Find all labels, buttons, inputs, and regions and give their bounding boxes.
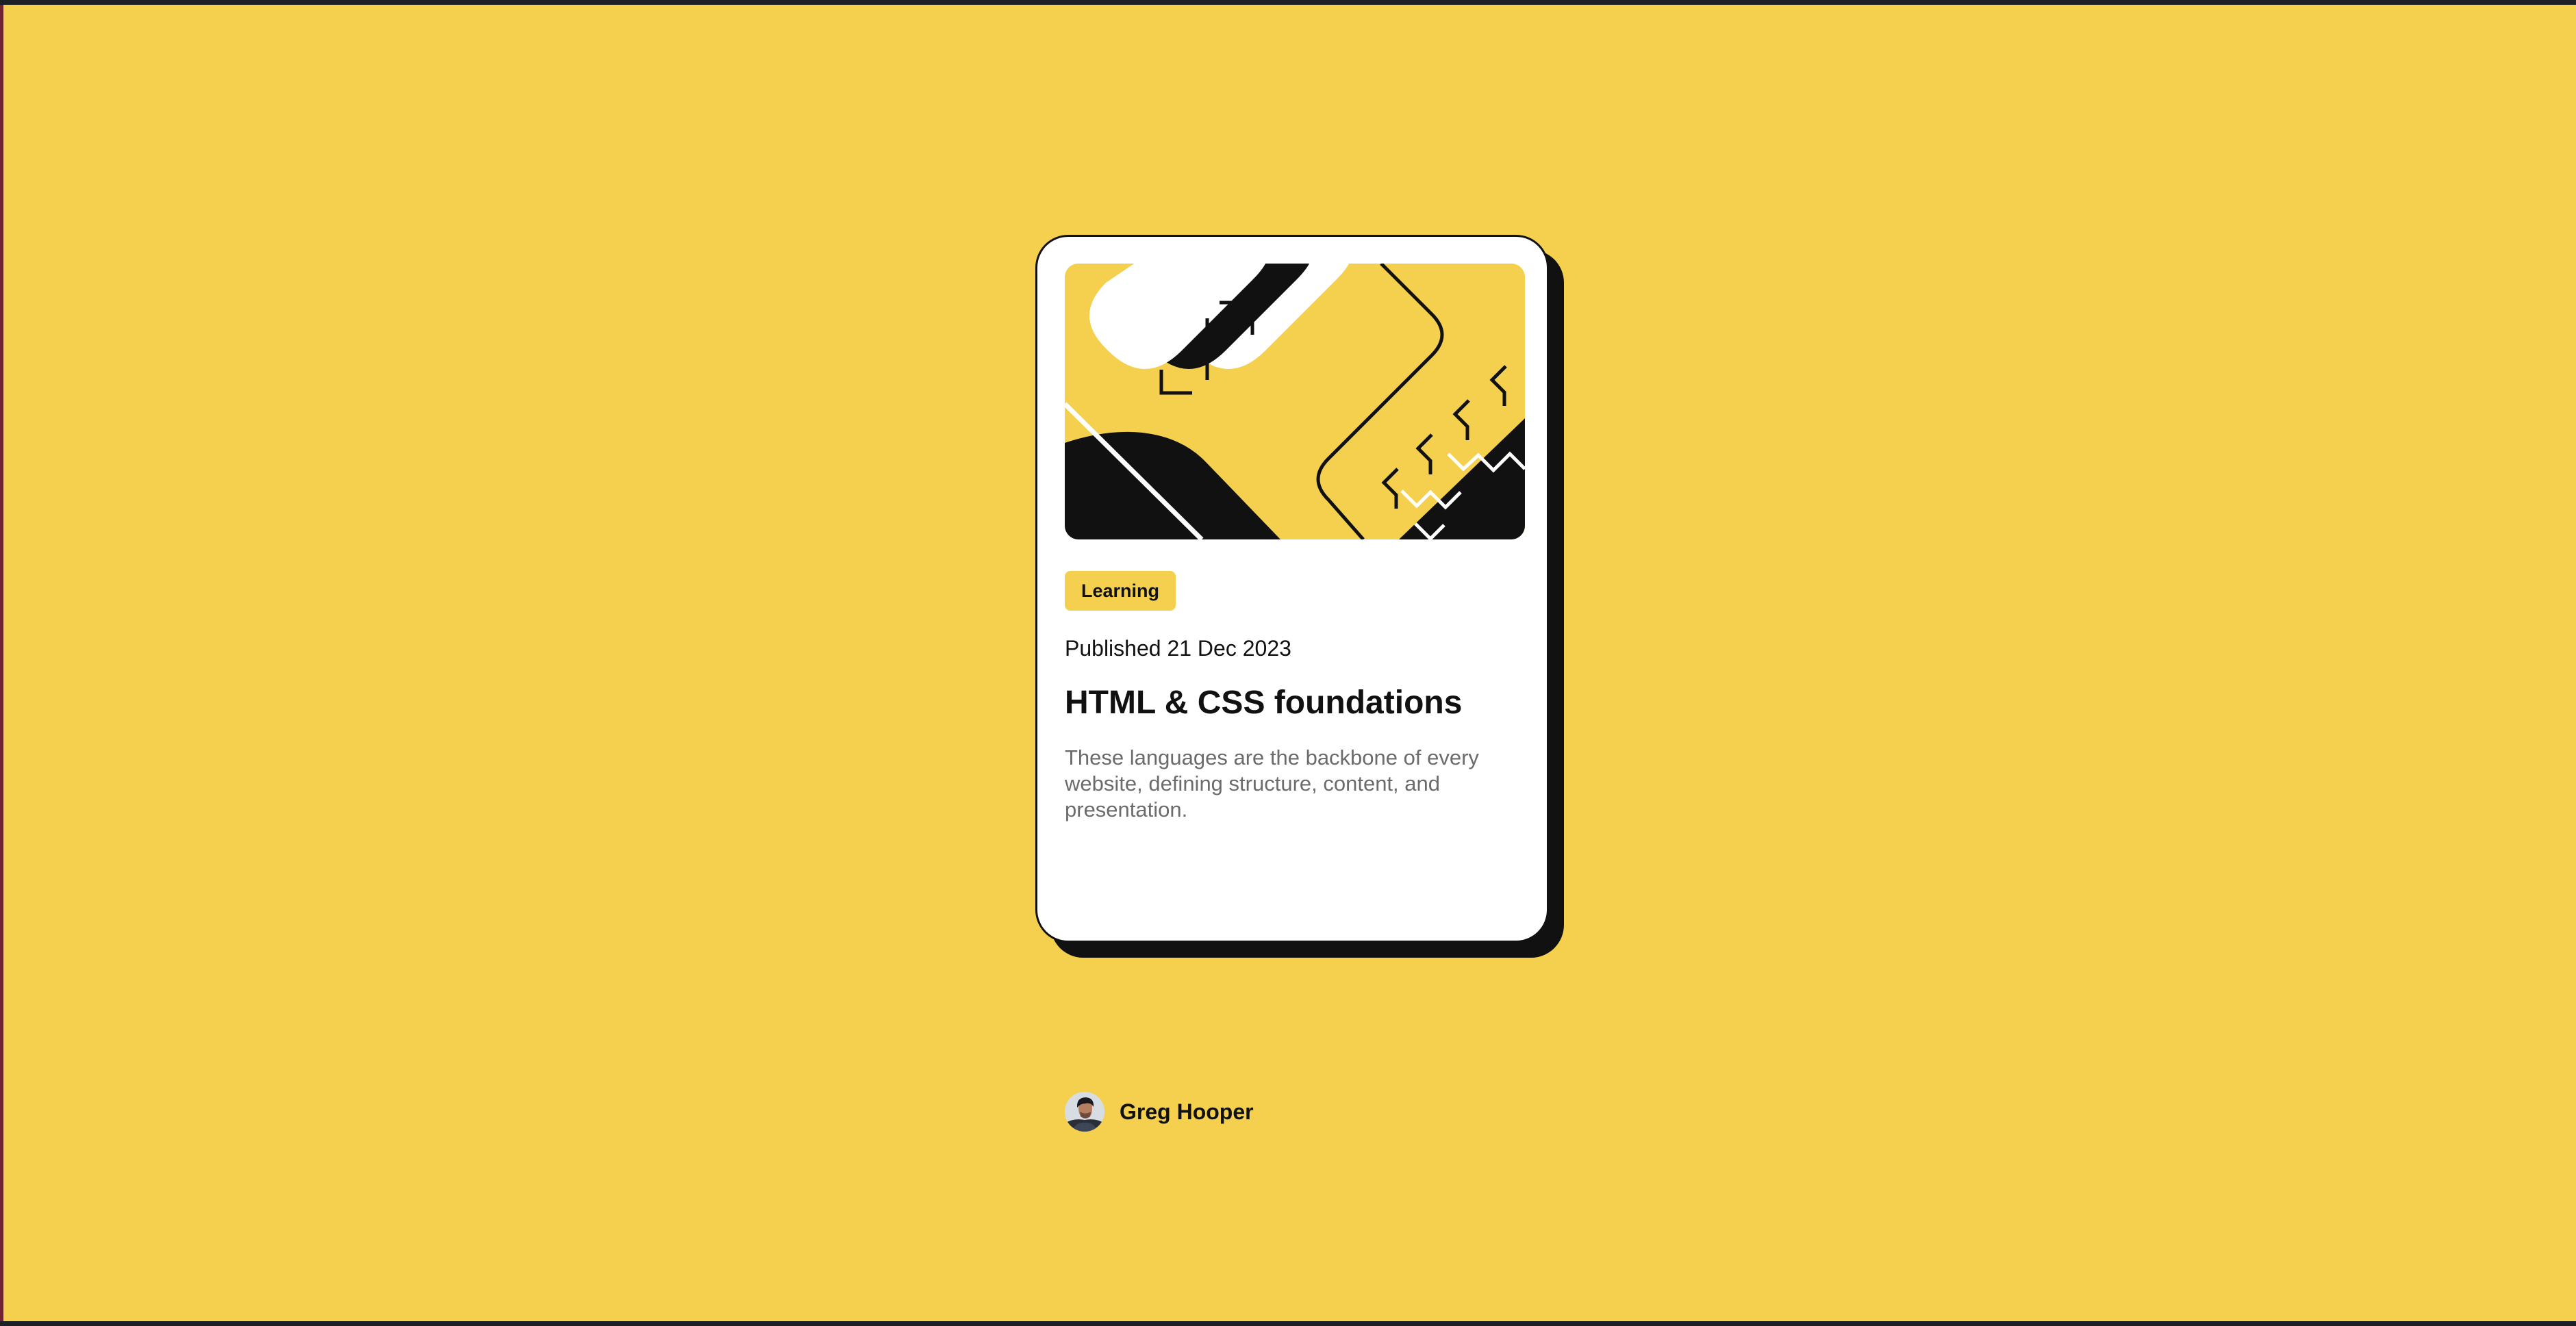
blog-preview-card: Learning Published 21 Dec 2023 HTML & CS… — [1035, 235, 1549, 1132]
author-name[interactable]: Greg Hooper — [1120, 1092, 1254, 1132]
card-illustration — [1065, 264, 1525, 539]
category-tag: Learning — [1065, 571, 1176, 611]
card-description: These languages are the backbone of ever… — [1065, 745, 1479, 821]
published-date: Published 21 Dec 2023 — [1065, 636, 1291, 661]
page-background: Learning Published 21 Dec 2023 HTML & CS… — [3, 5, 2576, 1321]
card-title[interactable]: HTML & CSS foundations — [1065, 680, 1462, 726]
user-avatar-icon — [1065, 1092, 1104, 1132]
abstract-code-illustration-icon — [1065, 264, 1525, 539]
